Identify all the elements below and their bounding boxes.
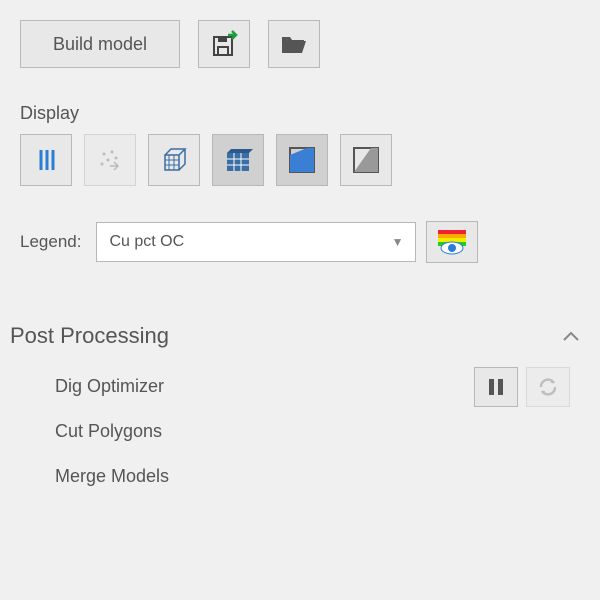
display-points-button[interactable] [84, 134, 136, 186]
legend-selected-value: Cu pct OC [109, 233, 184, 251]
display-label: Display [20, 103, 580, 124]
post-processing-header[interactable]: Post Processing [0, 323, 600, 349]
merge-models-row[interactable]: Merge Models [0, 454, 600, 499]
chevron-down-icon: ▼ [392, 235, 404, 249]
display-lines-button[interactable] [20, 134, 72, 186]
outline-shape-icon [351, 145, 381, 175]
solid-shape-icon [287, 145, 317, 175]
refresh-icon [537, 376, 559, 398]
open-button[interactable] [268, 20, 320, 68]
rainbow-eye-icon [436, 228, 468, 256]
lines-icon [32, 146, 60, 174]
legend-row: Legend: Cu pct OC ▼ [20, 221, 580, 263]
cut-polygons-row[interactable]: Cut Polygons [0, 409, 600, 454]
merge-models-label: Merge Models [55, 466, 169, 487]
legend-dropdown[interactable]: Cu pct OC ▼ [96, 222, 416, 262]
legend-color-button[interactable] [426, 221, 478, 263]
dig-optimizer-actions [474, 367, 570, 407]
save-icon [210, 30, 238, 58]
grid-icon [223, 145, 253, 175]
display-outline-button[interactable] [340, 134, 392, 186]
legend-label: Legend: [20, 232, 81, 252]
refresh-button[interactable] [526, 367, 570, 407]
display-grid-button[interactable] [212, 134, 264, 186]
display-wireframe-button[interactable] [148, 134, 200, 186]
save-button[interactable] [198, 20, 250, 68]
wireframe-cube-icon [159, 145, 189, 175]
chevron-up-icon [562, 330, 580, 342]
dig-optimizer-label: Dig Optimizer [55, 376, 164, 397]
display-solid-button[interactable] [276, 134, 328, 186]
build-model-button[interactable]: Build model [20, 20, 180, 68]
build-model-label: Build model [53, 34, 147, 55]
dig-optimizer-row[interactable]: Dig Optimizer [0, 364, 600, 409]
points-icon [96, 146, 124, 174]
top-toolbar: Build model [20, 20, 580, 68]
post-processing-title: Post Processing [10, 323, 169, 349]
folder-open-icon [280, 32, 308, 56]
display-toolbar [20, 134, 580, 186]
pause-icon [487, 377, 505, 397]
pause-button[interactable] [474, 367, 518, 407]
cut-polygons-label: Cut Polygons [55, 421, 162, 442]
